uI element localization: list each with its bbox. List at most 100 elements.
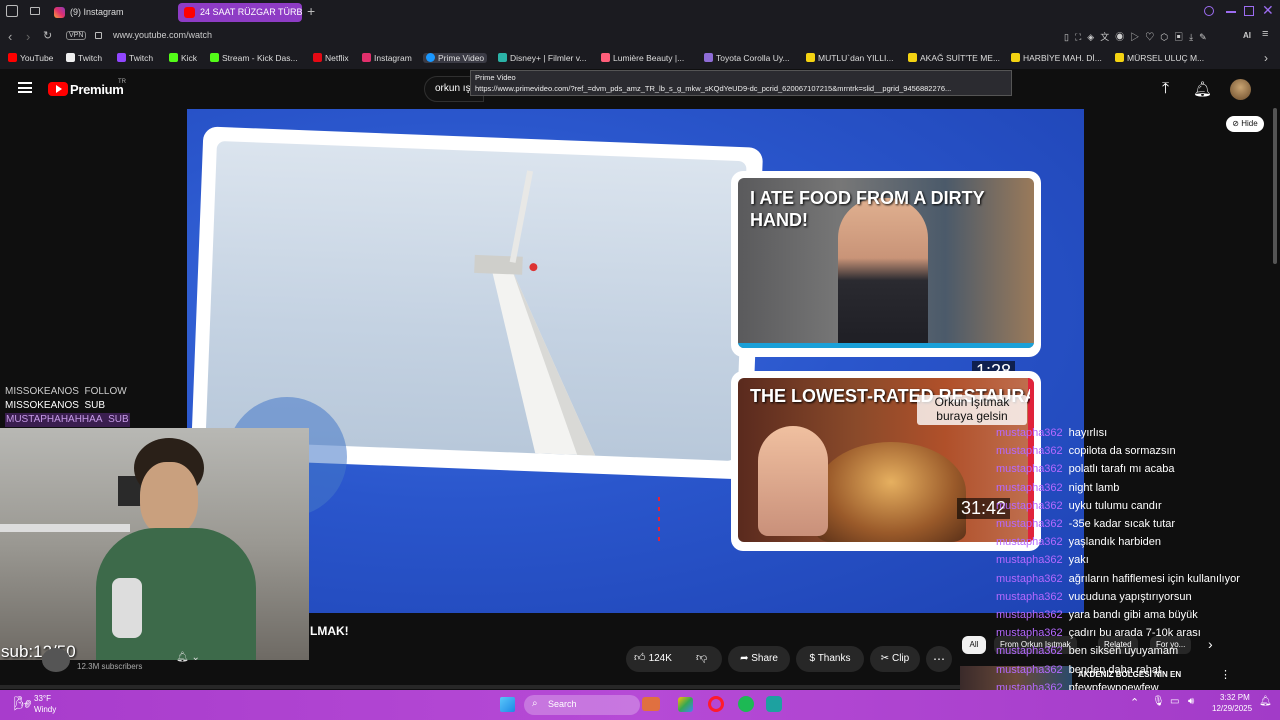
forward-icon[interactable]: ›	[26, 29, 30, 44]
download-icon[interactable]: ⤓	[1189, 32, 1199, 42]
video-player[interactable]: I ATE FOOD FROM A DIRTY HAND! 1:28 THE L…	[187, 109, 1084, 613]
shield-icon[interactable]: ◈	[1087, 32, 1100, 42]
page-scrollbar[interactable]	[1273, 108, 1277, 264]
back-icon[interactable]: ‹	[8, 29, 12, 44]
chat-username[interactable]: mustapha362	[996, 645, 1063, 657]
reload-icon[interactable]: ↻	[43, 29, 52, 42]
notify-bell-icon[interactable]: 🔔︎ ⌄	[176, 652, 200, 663]
chat-username[interactable]: mustapha362	[996, 427, 1063, 439]
bookmark-youtube[interactable]: YouTube	[8, 53, 53, 63]
chat-text: hayırlısı	[1068, 427, 1108, 439]
start-button[interactable]	[500, 697, 515, 712]
camera-icon[interactable]: ◉	[1115, 32, 1130, 42]
bookmark-lumiere[interactable]: Lumière Beauty |...	[601, 53, 684, 63]
play-icon[interactable]: ▷	[1130, 32, 1145, 42]
share-button[interactable]: ➦ Share	[728, 646, 790, 672]
maximize-button[interactable]	[1244, 6, 1254, 16]
bookmark-kick-dashboard[interactable]: Stream - Kick Das...	[210, 53, 298, 63]
bookmark-twitch-2[interactable]: Twitch	[117, 53, 153, 63]
clip-button[interactable]: ✂ Clip	[870, 646, 920, 672]
app-icon-opera[interactable]	[708, 696, 724, 712]
clock-time[interactable]: 3:32 PM	[1220, 693, 1250, 702]
chat-message: mustapha362 polatlı tarafı mı acaba	[996, 460, 1280, 478]
clock-date[interactable]: 12/29/2025	[1212, 704, 1252, 713]
more-bookmarks-icon[interactable]: ›	[1264, 51, 1268, 65]
screenshot-icon[interactable]: ⛶	[1075, 32, 1087, 42]
chat-username[interactable]: mustapha362	[996, 482, 1063, 494]
microphone-icon[interactable]: 🎙︎	[1152, 696, 1165, 707]
bookmark-disney[interactable]: Disney+ | Filmler v...	[498, 53, 586, 63]
new-tab-button[interactable]: +	[307, 3, 315, 19]
ai-button[interactable]: AI	[1243, 31, 1251, 40]
chat-username[interactable]: mustapha362	[996, 500, 1063, 512]
menu-icon[interactable]: ≡	[1262, 28, 1268, 40]
recommended-card-2[interactable]: THE LOWEST-RATED RESTAURANTS IN ... Orku…	[731, 371, 1041, 551]
app-icon-copilot[interactable]	[678, 697, 693, 712]
app-icon-tweetdeck[interactable]	[766, 696, 782, 712]
bookmark-icon[interactable]: ▯	[1064, 32, 1075, 42]
search-input[interactable]: orkun ış	[435, 83, 471, 94]
avatar[interactable]	[1230, 79, 1251, 100]
notifications-icon[interactable]: 🔔︎	[1259, 696, 1272, 707]
bookmark-akag[interactable]: AKAĞ SUİT'TE ME...	[908, 53, 1000, 63]
more-actions-button[interactable]: ⋯	[926, 646, 952, 672]
bookmark-mutlu[interactable]: MUTLU`dan YILLI...	[806, 53, 893, 63]
chat-text: benden daha rahat	[1068, 663, 1162, 676]
bell-icon[interactable]: 🔔︎	[1193, 80, 1212, 98]
bookmark-kick[interactable]: Kick	[169, 53, 197, 63]
dislike-button[interactable]: 👎︎	[696, 651, 707, 664]
cube-icon[interactable]: ▣	[1174, 32, 1189, 42]
heart-icon[interactable]: ♡	[1145, 32, 1160, 42]
tooltip-title: Prime Video	[475, 73, 516, 82]
weather-icon[interactable]: 🌬︎	[14, 695, 32, 712]
tray-chevron-icon[interactable]: ⌃	[1130, 696, 1139, 709]
bookmark-instagram[interactable]: Instagram	[362, 53, 412, 63]
url-field[interactable]: www.youtube.com/watch	[113, 30, 212, 40]
tab-list-icon[interactable]	[30, 7, 40, 15]
recommended-card-1[interactable]: I ATE FOOD FROM A DIRTY HAND! 1:28	[731, 171, 1041, 382]
sidebar-toggle-icon[interactable]	[6, 5, 18, 17]
bookmark-mursel[interactable]: MÜRSEL ULUÇ M...	[1115, 53, 1204, 63]
extensions-icon[interactable]: ⬡	[1160, 32, 1174, 42]
chat-username[interactable]: mustapha362	[996, 627, 1063, 639]
thanks-button[interactable]: $ Thanks	[796, 646, 864, 672]
region-code: TR	[118, 79, 126, 85]
channel-avatar[interactable]	[42, 648, 70, 672]
tab-active-video[interactable]: 24 SAAT RÜZGAR TÜRBİN	[178, 3, 302, 22]
hide-chat-button[interactable]: ⊘ Hide	[1226, 116, 1264, 132]
like-button[interactable]: 👍︎ 124K	[634, 651, 672, 664]
search-tabs-icon[interactable]	[1204, 6, 1214, 16]
translate-icon[interactable]: 文	[1100, 32, 1115, 42]
weather-condition[interactable]: Windy	[34, 705, 56, 714]
network-icon[interactable]: ▭	[1170, 696, 1179, 707]
vpn-badge[interactable]: VPN	[66, 31, 87, 40]
tab-instagram[interactable]: (9) Instagram	[48, 3, 174, 22]
taskbar-search[interactable]: ⌕ Search	[524, 695, 640, 715]
youtube-header: Premium TR orkun ış Prime Video https://…	[0, 70, 1280, 110]
chat-message: mustapha362 yakı	[996, 551, 1280, 569]
chat-username[interactable]: mustapha362	[996, 609, 1063, 621]
chip-all[interactable]: All	[962, 636, 986, 654]
chat-username[interactable]: mustapha362	[996, 536, 1063, 548]
minimize-button[interactable]	[1226, 11, 1236, 13]
app-icon-spotify[interactable]	[738, 696, 754, 712]
volume-icon[interactable]: 🔊︎	[1188, 696, 1194, 707]
weather-temp[interactable]: 33°F	[34, 694, 51, 703]
upload-icon[interactable]: ⤒	[1162, 80, 1169, 98]
chat-username[interactable]: mustapha362	[996, 591, 1063, 603]
chat-username[interactable]: mustapha362	[996, 518, 1063, 530]
aria-icon[interactable]: ✎	[1199, 32, 1213, 42]
chat-username[interactable]: mustapha362	[996, 463, 1063, 475]
bookmark-harbiye[interactable]: HARBİYE MAH. Dİ...	[1011, 53, 1102, 63]
chat-username[interactable]: mustapha362	[996, 573, 1063, 585]
card-accent-bar	[738, 343, 1034, 348]
bookmark-toyota[interactable]: Toyota Corolla Uy...	[704, 53, 790, 63]
app-icon-hermes[interactable]	[642, 697, 660, 711]
bookmark-twitch-1[interactable]: Twitch	[66, 53, 102, 63]
chat-username[interactable]: mustapha362	[996, 664, 1063, 676]
bookmark-prime-video[interactable]: Prime Video	[423, 53, 488, 63]
close-window-button[interactable]: ✕	[1262, 2, 1274, 19]
chat-username[interactable]: mustapha362	[996, 445, 1063, 457]
bookmark-netflix[interactable]: Netflix	[313, 53, 349, 63]
chat-username[interactable]: mustapha362	[996, 554, 1063, 566]
